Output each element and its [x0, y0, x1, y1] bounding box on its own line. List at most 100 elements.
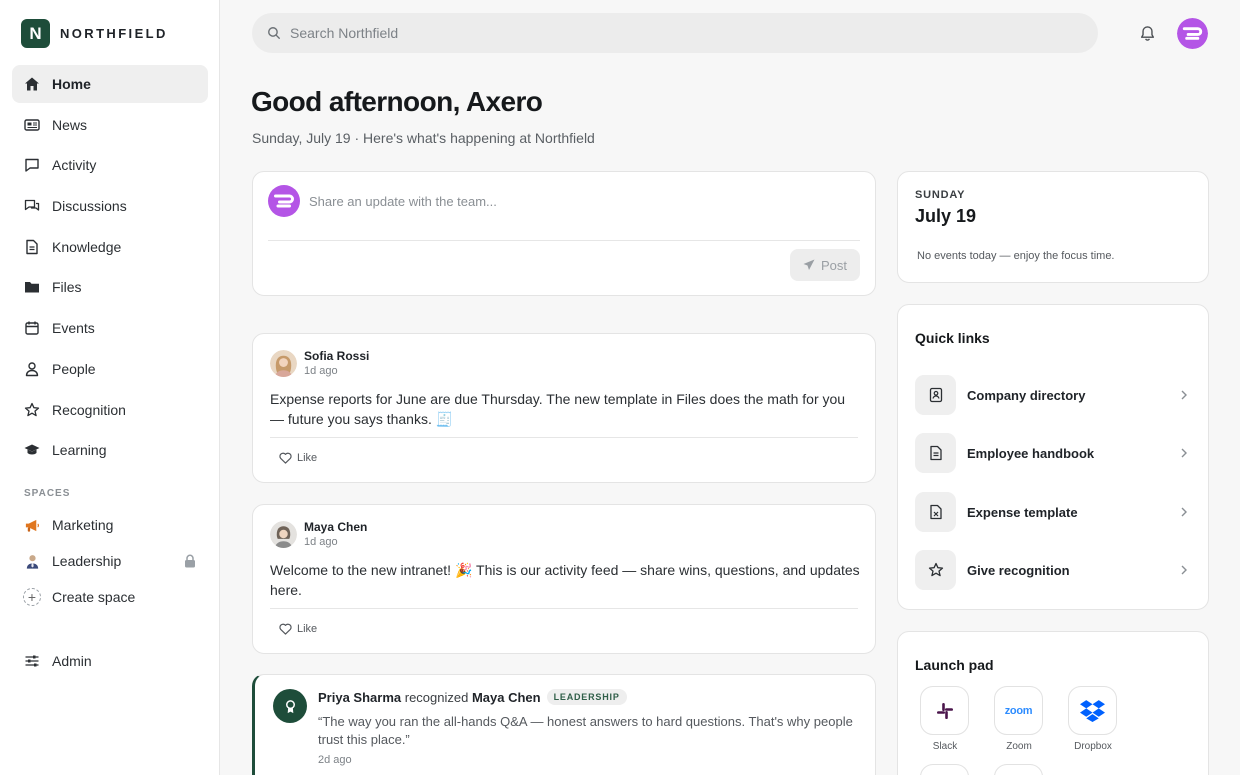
space-item-label: Leadership [52, 553, 122, 569]
brand-logo: N [21, 19, 50, 48]
space-item-marketing[interactable]: Marketing [12, 507, 208, 543]
quick-link-expense-template[interactable]: Expense template [915, 491, 1193, 533]
zoom-logo-icon: zoom [994, 686, 1043, 735]
recognition-quote: “The way you ran the all-hands Q&A — hon… [318, 714, 853, 747]
recognition-verb: recognized [404, 689, 469, 705]
nav-item-news[interactable]: News [12, 106, 208, 144]
nav-item-label: Events [52, 320, 95, 337]
recognition-tag: LEADERSHIP [546, 689, 627, 705]
lock-icon [185, 554, 195, 568]
app-tile-more[interactable] [920, 764, 970, 775]
nav-item-home[interactable]: Home [12, 65, 208, 103]
chevron-right-icon [1181, 565, 1187, 575]
recognition-line: Priya Sharma recognized Maya Chen LEADER… [318, 689, 627, 705]
page-title: Good afternoon, Axero [251, 86, 543, 117]
nav-item-label: Activity [52, 157, 97, 174]
app-slack[interactable]: Slack [920, 686, 970, 752]
nav-item-activity[interactable]: Activity [12, 146, 208, 184]
award-icon [273, 689, 307, 723]
zoom-logo-text: zoom [1004, 704, 1033, 717]
nav-item-label: People [52, 360, 96, 377]
megaphone-icon [23, 516, 41, 534]
brand[interactable]: N NORTHFIELD [21, 19, 168, 48]
post-body: Welcome to the new intranet! 🎉 This is o… [270, 562, 860, 598]
heart-icon [279, 452, 292, 464]
recognition-time: 2d ago [318, 754, 352, 766]
like-button[interactable]: Like [279, 623, 317, 635]
quick-links-card: Quick links Company directory Employee h… [897, 304, 1209, 610]
today-date: July 19 [915, 206, 977, 226]
spreadsheet-icon [915, 492, 956, 532]
like-label: Like [297, 452, 318, 464]
composer-divider [268, 240, 860, 241]
composer-input[interactable]: Share an update with the team... [309, 194, 497, 209]
nav-item-knowledge[interactable]: Knowledge [12, 228, 208, 266]
quick-link-give-recognition[interactable]: Give recognition [915, 549, 1193, 591]
leader-icon [23, 552, 41, 570]
directory-icon [915, 375, 956, 415]
chevron-right-icon [1181, 390, 1187, 400]
app-dropbox[interactable]: Dropbox [1068, 686, 1118, 752]
search-bar[interactable] [252, 13, 1098, 53]
calendar-icon [24, 320, 40, 336]
author-name[interactable]: Sofia Rossi [304, 349, 369, 363]
author-name[interactable]: Maya Chen [304, 520, 367, 534]
nav-item-admin[interactable]: Admin [12, 642, 208, 680]
create-space-button[interactable]: + Create space [12, 579, 208, 615]
app-placeholder-icon [994, 764, 1043, 775]
post-composer: Share an update with the team... Post [252, 171, 876, 296]
author-avatar[interactable] [270, 521, 297, 548]
feed-post: Sofia Rossi 1d ago Expense reports for J… [252, 333, 876, 483]
space-item-leadership[interactable]: Leadership [12, 543, 208, 579]
quick-links-title: Quick links [915, 330, 990, 346]
folder-icon [24, 279, 40, 295]
discussions-icon [24, 198, 40, 214]
slack-logo-icon [920, 686, 969, 735]
nav-item-label: Knowledge [52, 238, 122, 255]
app-tile-more[interactable] [994, 764, 1044, 775]
today-weekday: SUNDAY [915, 189, 966, 201]
like-label: Like [297, 623, 318, 635]
composer-avatar [268, 185, 300, 217]
app-name: Zoom [1006, 741, 1032, 752]
sliders-icon [24, 653, 40, 669]
graduation-cap-icon [24, 442, 40, 458]
nav-item-discussions[interactable]: Discussions [12, 187, 208, 225]
today-card: SUNDAY July 19 No events today — enjoy t… [897, 171, 1209, 283]
send-icon [803, 259, 815, 270]
recognition-post: Priya Sharma recognized Maya Chen LEADER… [252, 674, 876, 775]
nav-item-learning[interactable]: Learning [12, 431, 208, 469]
post-time: 1d ago [304, 536, 338, 548]
app-placeholder-icon [920, 764, 969, 775]
document-icon [24, 239, 40, 255]
app-zoom[interactable]: zoom Zoom [994, 686, 1044, 752]
quick-link-label: Expense template [967, 504, 1078, 520]
nav-item-recognition[interactable]: Recognition [12, 391, 208, 429]
quick-link-employee-handbook[interactable]: Employee handbook [915, 432, 1193, 474]
brand-name: NORTHFIELD [60, 26, 168, 41]
quick-link-company-directory[interactable]: Company directory [915, 374, 1193, 416]
chat-icon [24, 157, 40, 173]
person-icon [24, 361, 40, 377]
recognition-giver[interactable]: Priya Sharma [318, 690, 401, 705]
star-icon [915, 550, 956, 590]
quick-link-label: Give recognition [967, 562, 1070, 578]
bell-icon[interactable] [1139, 25, 1156, 42]
handbook-icon [915, 433, 956, 473]
post-body: Expense reports for June are due Thursda… [270, 391, 846, 427]
author-avatar[interactable] [270, 350, 297, 377]
post-button[interactable]: Post [790, 249, 860, 281]
nav-item-label: Learning [52, 442, 107, 459]
recognition-receiver[interactable]: Maya Chen [472, 690, 541, 705]
quick-link-label: Employee handbook [967, 445, 1095, 461]
nav-item-people[interactable]: People [12, 350, 208, 388]
search-icon [268, 27, 280, 39]
like-button[interactable]: Like [279, 452, 317, 464]
nav-item-label: Discussions [52, 198, 127, 215]
create-space-label: Create space [52, 589, 136, 605]
nav-item-label: Recognition [52, 401, 126, 418]
nav-item-files[interactable]: Files [12, 268, 208, 306]
nav-item-events[interactable]: Events [12, 309, 208, 347]
search-input[interactable] [290, 25, 1070, 41]
user-avatar[interactable] [1177, 18, 1208, 49]
